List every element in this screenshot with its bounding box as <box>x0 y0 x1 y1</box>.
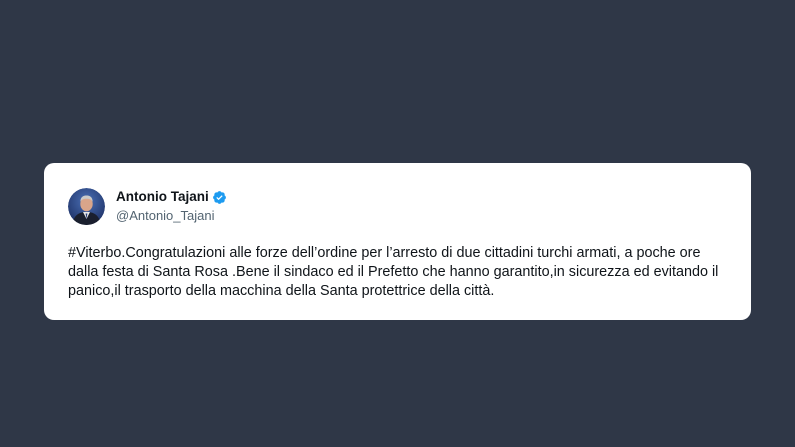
name-row: Antonio Tajani <box>116 188 227 206</box>
author-identity: Antonio Tajani @Antonio_Tajani <box>116 188 227 224</box>
author-display-name[interactable]: Antonio Tajani <box>116 188 209 206</box>
tweet-header: Antonio Tajani @Antonio_Tajani <box>68 187 727 225</box>
profile-photo-icon <box>68 187 105 225</box>
tweet-text: #Viterbo.Congratulazioni alle forze dell… <box>68 245 719 299</box>
tweet-card: Antonio Tajani @Antonio_Tajani #Viterbo.… <box>44 163 751 320</box>
avatar[interactable] <box>68 187 105 225</box>
verified-badge-icon <box>212 190 227 205</box>
author-handle[interactable]: @Antonio_Tajani <box>116 207 227 224</box>
